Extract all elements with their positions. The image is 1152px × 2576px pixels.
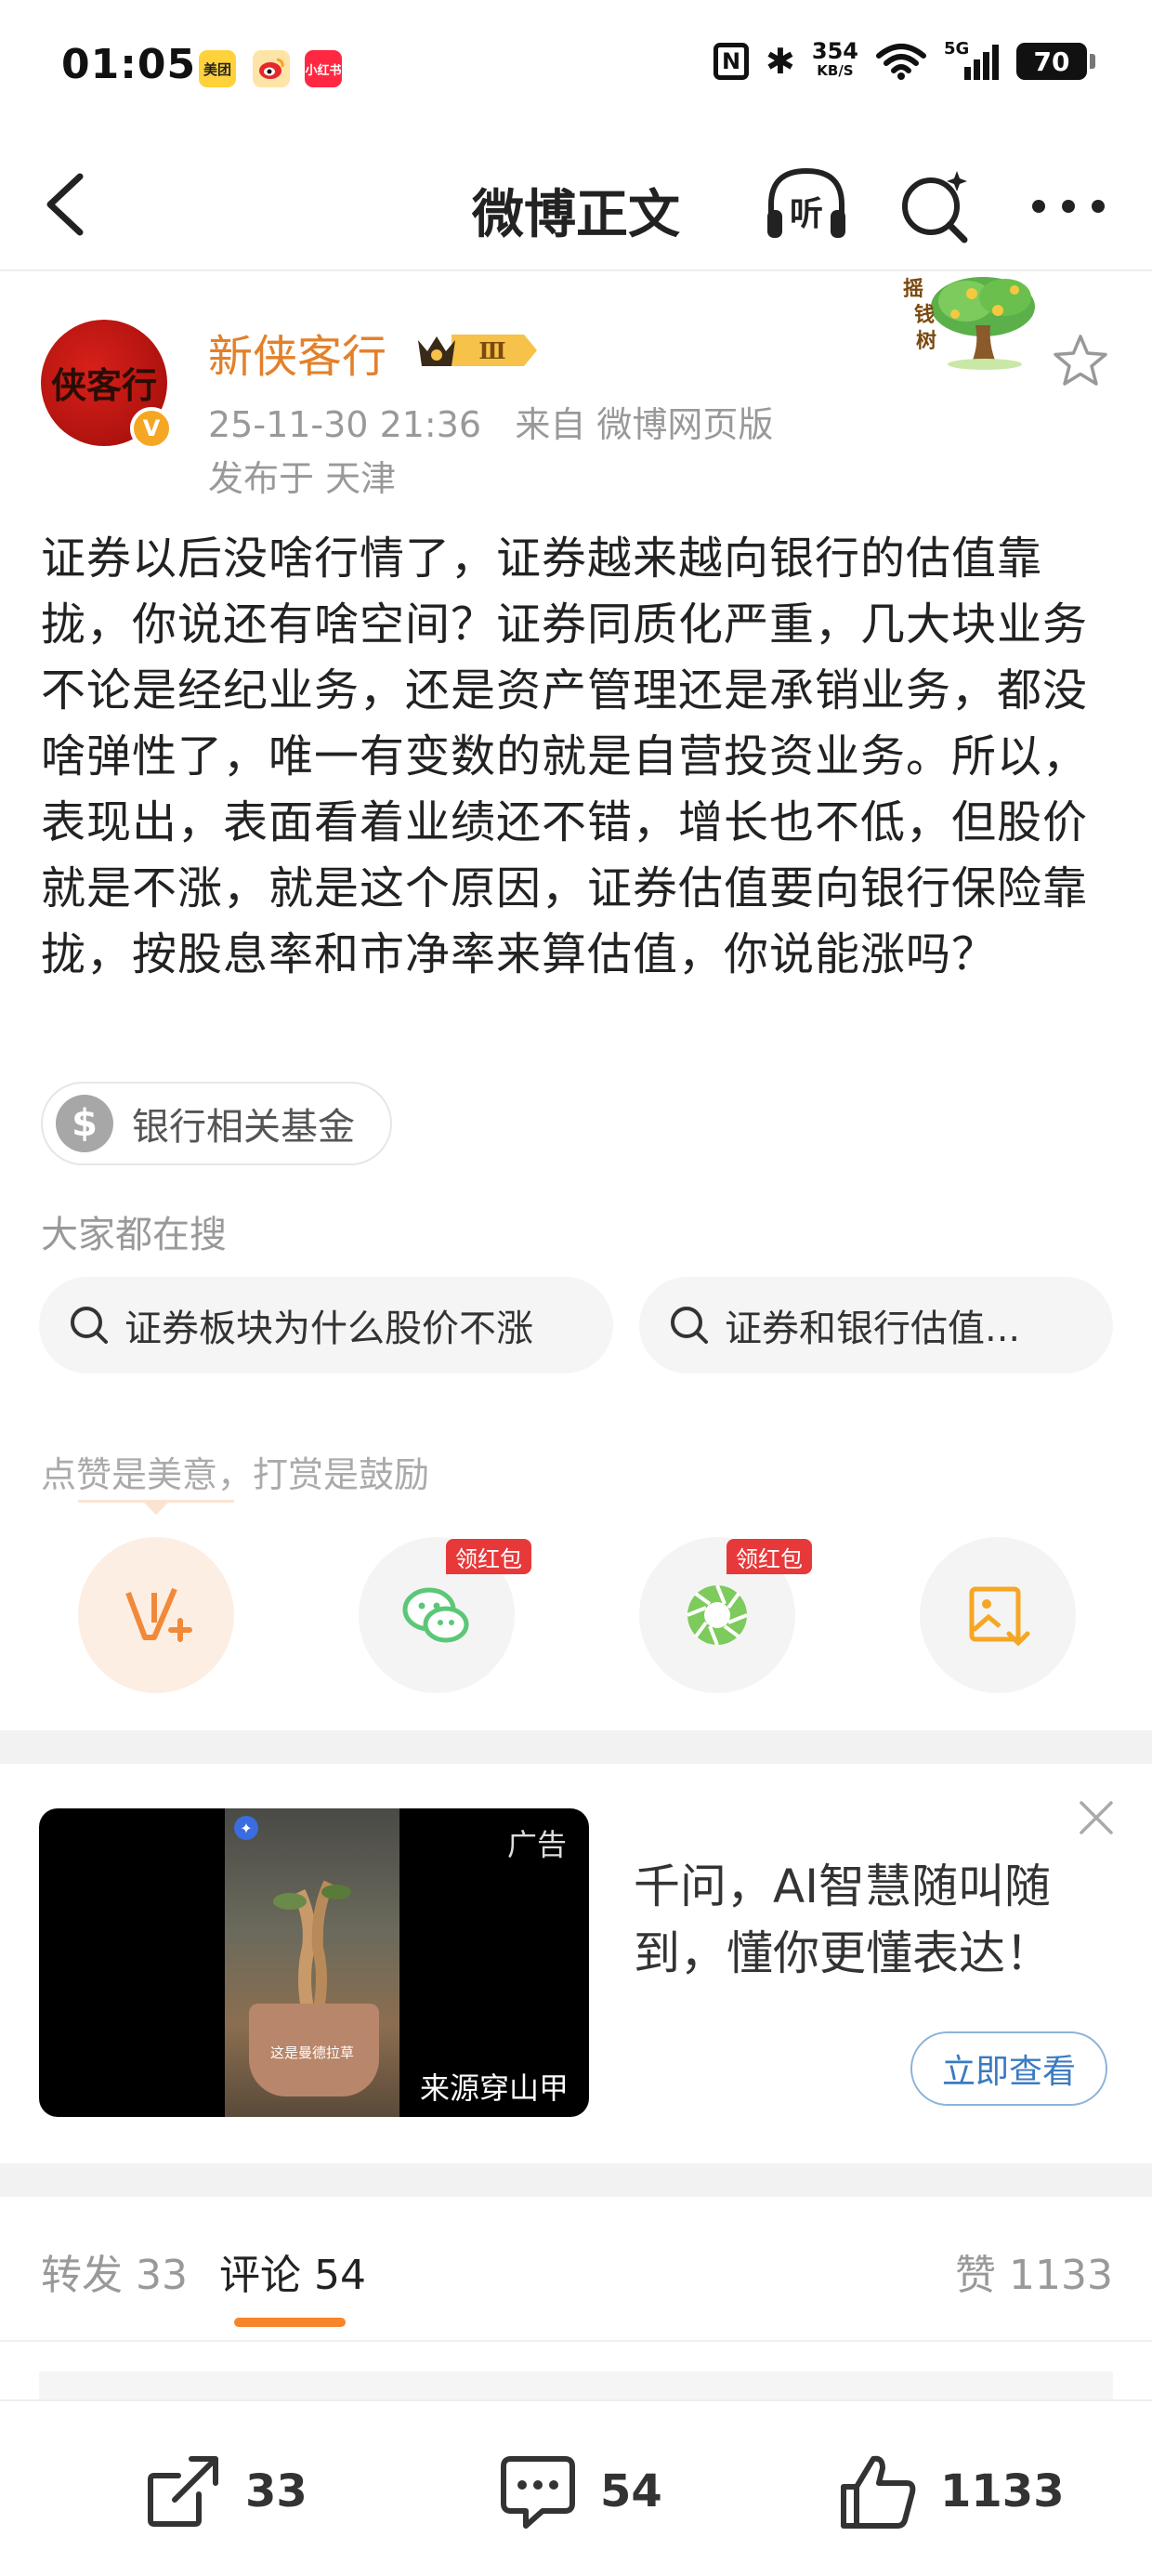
- comment-count: 54: [600, 2465, 662, 2517]
- favorite-star-icon[interactable]: [1050, 331, 1111, 392]
- moments-aperture-icon: [687, 1584, 748, 1646]
- tip-reward-button[interactable]: [78, 1537, 234, 1693]
- bottom-action-bar: 33 54 1133: [0, 2399, 1152, 2576]
- avatar-logo-text: 侠客行: [50, 364, 157, 406]
- listen-headphone-icon[interactable]: 听: [762, 164, 851, 247]
- repost-share-icon: [148, 2456, 218, 2527]
- ad-source: 来源穿山甲: [419, 2070, 569, 2106]
- tip-v-plus-icon: [125, 1587, 192, 1642]
- trending-search-title: 大家都在搜: [41, 1214, 227, 1256]
- trending-search-chip-1[interactable]: 证券板块为什么股价不涨: [39, 1277, 613, 1373]
- post-meta: 25-11-30 21:36 来自 微博网页版: [208, 396, 773, 447]
- dollar-icon: $: [56, 1095, 113, 1152]
- tab-repost[interactable]: 转发 33: [41, 2241, 188, 2301]
- section-divider: [0, 2163, 1152, 2197]
- trending-search-text: 证券板块为什么股价不涨: [124, 1308, 533, 1350]
- repost-button[interactable]: 33: [141, 2450, 308, 2533]
- trending-search-chip-2[interactable]: 证券和银行估值...: [639, 1277, 1113, 1373]
- save-image-button[interactable]: [920, 1537, 1076, 1693]
- top-nav-bar: 微博正文 听: [0, 139, 1152, 271]
- ad-brand-icon: ✦: [234, 1816, 258, 1840]
- verified-badge-icon: V: [130, 407, 173, 450]
- vip-crown-badge-icon[interactable]: Ⅲ: [414, 327, 539, 374]
- tab-like[interactable]: 赞 1133: [955, 2241, 1113, 2301]
- close-icon[interactable]: [1076, 1797, 1117, 1838]
- page-title: 微博正文: [472, 185, 680, 245]
- svg-text:钱: 钱: [914, 303, 935, 327]
- nfc-icon: N: [713, 43, 750, 80]
- search-icon[interactable]: [896, 164, 974, 247]
- post-content: 证券以后没啥行情了，证券越来越向银行的估值靠拢，你说还有啥空间？证券同质化严重，…: [41, 532, 1089, 980]
- status-bar: 01:05 美团 小红书 N ✱ 354 KB/S 5G 70: [0, 0, 1152, 139]
- tabs-divider: [0, 2340, 1152, 2342]
- post-source: 来自 微博网页版: [515, 404, 774, 445]
- weibo-app-icon: [253, 50, 290, 87]
- reward-caret: [141, 1500, 171, 1515]
- trending-search-text: 证券和银行估值...: [725, 1308, 1021, 1350]
- money-tree-icon[interactable]: 摇 钱 树: [883, 269, 1068, 372]
- ad-video-caption: 这是曼德拉草: [269, 2044, 354, 2061]
- like-button[interactable]: 1133: [836, 2450, 1065, 2533]
- section-divider: [0, 1730, 1152, 1764]
- comment-bubble-icon: [501, 2456, 575, 2529]
- active-tab-indicator: [234, 2318, 346, 2327]
- wechat-icon: [402, 1587, 469, 1643]
- save-image-icon: [969, 1586, 1030, 1647]
- search-icon: [71, 1307, 108, 1344]
- reward-hint: 点赞是美意，打赏是鼓励: [41, 1454, 430, 1495]
- cellular-signal-icon: 5G: [944, 39, 1000, 80]
- repost-count: 33: [245, 2465, 308, 2517]
- xiaohongshu-app-icon: 小红书: [305, 50, 342, 87]
- topic-chip-bank-funds[interactable]: $ 银行相关基金: [41, 1082, 392, 1165]
- ad-view-now-button[interactable]: 立即查看: [910, 2031, 1107, 2106]
- redpack-badge: 领红包: [727, 1539, 812, 1574]
- status-time: 01:05: [61, 41, 197, 88]
- meituan-app-icon: 美团: [199, 50, 236, 87]
- author-name[interactable]: 新侠客行: [208, 320, 386, 385]
- svg-text:Ⅲ: Ⅲ: [478, 337, 505, 364]
- wifi-icon: [876, 44, 926, 80]
- svg-text:树: 树: [916, 329, 936, 353]
- topic-label: 银行相关基金: [132, 1106, 355, 1149]
- ad-title[interactable]: 千问，AI智慧随叫随到，懂你更懂表达！: [634, 1853, 1117, 1987]
- post-timestamp: 25-11-30 21:36: [208, 404, 482, 445]
- post-location: 发布于 天津: [208, 458, 397, 499]
- comment-button[interactable]: 54: [496, 2450, 662, 2533]
- ad-label: 广告: [506, 1827, 567, 1862]
- like-count: 1133: [940, 2465, 1065, 2517]
- svg-text:摇: 摇: [903, 277, 923, 301]
- author-avatar[interactable]: 侠客行 V: [41, 320, 173, 450]
- ad-video-thumbnail[interactable]: ✦ 这是曼德拉草 广告 来源穿山甲: [39, 1808, 589, 2117]
- tab-comment[interactable]: 评论 54: [219, 2241, 366, 2301]
- thumbs-up-icon: [841, 2455, 916, 2529]
- search-icon: [671, 1307, 708, 1344]
- svg-text:听: 听: [790, 195, 823, 233]
- network-speed: 354 KB/S: [811, 38, 858, 79]
- more-options-icon[interactable]: [1022, 164, 1115, 247]
- battery-icon: 70: [1016, 43, 1095, 80]
- redpack-badge: 领红包: [446, 1539, 531, 1574]
- bluetooth-icon: ✱: [766, 41, 795, 82]
